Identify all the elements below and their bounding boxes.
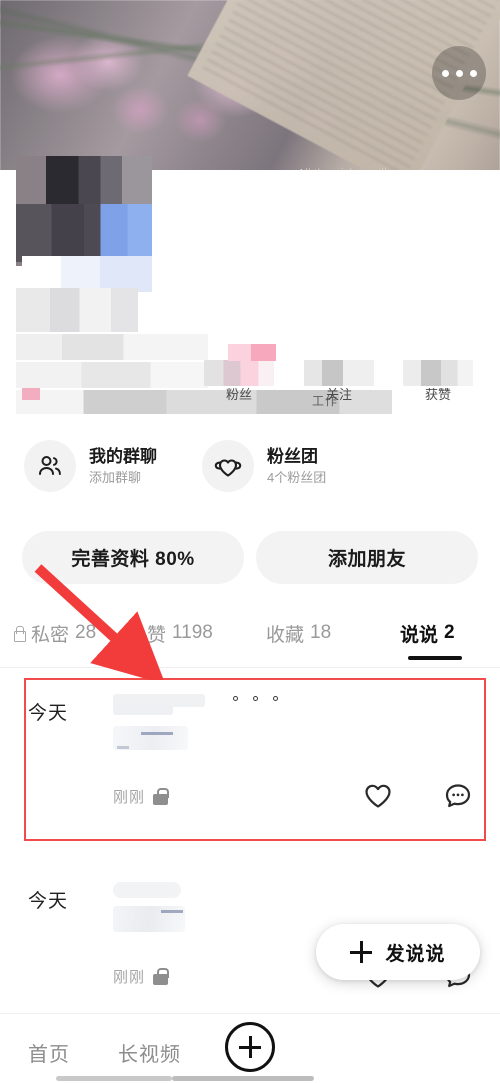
lock-icon xyxy=(128,625,142,642)
group-chat-icon xyxy=(24,440,76,492)
tab-active-indicator xyxy=(408,656,462,660)
tab-likes-label: 赞 xyxy=(147,624,167,646)
heart-icon[interactable] xyxy=(363,781,393,811)
avatar-shadow xyxy=(22,256,152,292)
tab-likes[interactable]: 赞 1198 xyxy=(128,618,213,648)
post-item-1[interactable]: 今天 刚刚 xyxy=(0,678,500,841)
more-dots-icon[interactable] xyxy=(233,696,278,701)
stat-following[interactable]: 关注 xyxy=(296,360,382,401)
content-tabs: 私密 28 赞 1198 收藏 18 说说 2 xyxy=(0,612,500,668)
entry-fan-club-text: 粉丝团 4个粉丝团 xyxy=(267,446,326,487)
tab-private-label: 私密 xyxy=(31,624,70,646)
plus-glyph xyxy=(239,1036,261,1058)
post-day-label: 今天 xyxy=(28,703,69,724)
stat-likes-label: 获赞 xyxy=(424,388,451,401)
stat-fans-badge xyxy=(228,344,276,361)
post-moment-fab-label: 发说说 xyxy=(385,943,446,965)
bio-tag-redacted xyxy=(22,388,40,400)
post-thumbnail-detail xyxy=(141,732,173,735)
bio-line-1-redacted xyxy=(16,334,208,360)
tab-moments[interactable]: 说说 2 xyxy=(400,618,455,648)
post-meta: 刚刚 xyxy=(113,966,169,987)
avatar-lower xyxy=(16,204,152,262)
stat-fans-label: 粉丝 xyxy=(225,388,252,401)
entry-subtitle: 4个粉丝团 xyxy=(267,469,327,485)
dot xyxy=(253,696,258,701)
dot xyxy=(273,696,278,701)
more-horizontal-icon[interactable] xyxy=(432,46,486,100)
nickname-redacted xyxy=(16,288,138,332)
profile-info: 工作 粉丝 关注 获赞 xyxy=(0,156,500,428)
tab-favorites-label: 收藏 xyxy=(266,624,305,646)
profile-screen: All the wishes will come true 工作 粉丝 关注 获… xyxy=(0,0,500,1083)
add-friend-button[interactable]: 添加朋友 xyxy=(256,531,478,584)
fan-club-heart-icon xyxy=(202,440,254,492)
home-indicator-right xyxy=(172,1076,314,1081)
entry-my-group-chat[interactable]: 我的群聊 添加群聊 xyxy=(24,440,157,492)
dot xyxy=(469,69,477,77)
stat-fans[interactable]: 粉丝 xyxy=(196,344,282,401)
post-time: 刚刚 xyxy=(113,969,146,986)
entry-fan-club[interactable]: 粉丝团 4个粉丝团 xyxy=(202,440,326,492)
post-meta: 刚刚 xyxy=(113,786,169,807)
plus-icon xyxy=(350,941,373,963)
stat-likes[interactable]: 获赞 xyxy=(392,360,484,401)
lock-icon xyxy=(12,625,26,642)
post-day-label: 今天 xyxy=(28,891,69,912)
lock-icon xyxy=(153,968,169,985)
complete-profile-button[interactable]: 完善资料 80% xyxy=(22,531,244,584)
post-moment-fab[interactable]: 发说说 xyxy=(316,924,480,980)
home-indicator-left xyxy=(56,1076,172,1081)
dot xyxy=(441,69,449,77)
post-time: 刚刚 xyxy=(113,789,146,806)
entry-title: 粉丝团 xyxy=(267,446,318,466)
post-thumbnail-detail xyxy=(161,910,183,913)
stat-likes-value-redacted xyxy=(403,360,473,386)
dot xyxy=(455,69,463,77)
stat-following-label: 关注 xyxy=(325,388,352,401)
stat-fans-value-redacted xyxy=(204,360,274,386)
stat-following-value-redacted xyxy=(304,360,374,386)
bottom-nav-item-long-video[interactable]: 长视频 xyxy=(118,1038,181,1067)
post-actions xyxy=(363,781,473,811)
entry-title: 我的群聊 xyxy=(89,446,157,466)
tab-moments-count: 2 xyxy=(444,622,455,643)
post-text-line-redacted xyxy=(113,704,173,715)
tab-private-count: 28 xyxy=(75,622,97,643)
tab-likes-count: 1198 xyxy=(172,622,213,643)
tab-private[interactable]: 私密 28 xyxy=(12,618,96,648)
bottom-nav-item-home[interactable]: 首页 xyxy=(28,1038,70,1067)
entry-row: 我的群聊 添加群聊 粉丝团 4个粉丝团 xyxy=(0,440,500,504)
profile-actions: 完善资料 80% 添加朋友 xyxy=(0,531,500,587)
bio-line-2-redacted xyxy=(16,362,208,388)
plus-circle-icon[interactable] xyxy=(225,1022,275,1072)
comment-bubble-icon[interactable] xyxy=(443,781,473,811)
lock-icon xyxy=(153,788,169,805)
tab-favorites[interactable]: 收藏 18 xyxy=(266,618,331,648)
entry-subtitle: 添加群聊 xyxy=(89,469,142,485)
dot xyxy=(233,696,238,701)
tab-favorites-count: 18 xyxy=(310,622,332,643)
post-text-line-redacted xyxy=(113,882,181,898)
post-thumbnail-detail xyxy=(117,746,129,749)
entry-my-group-chat-text: 我的群聊 添加群聊 xyxy=(89,446,157,487)
tab-moments-label: 说说 xyxy=(400,624,439,646)
